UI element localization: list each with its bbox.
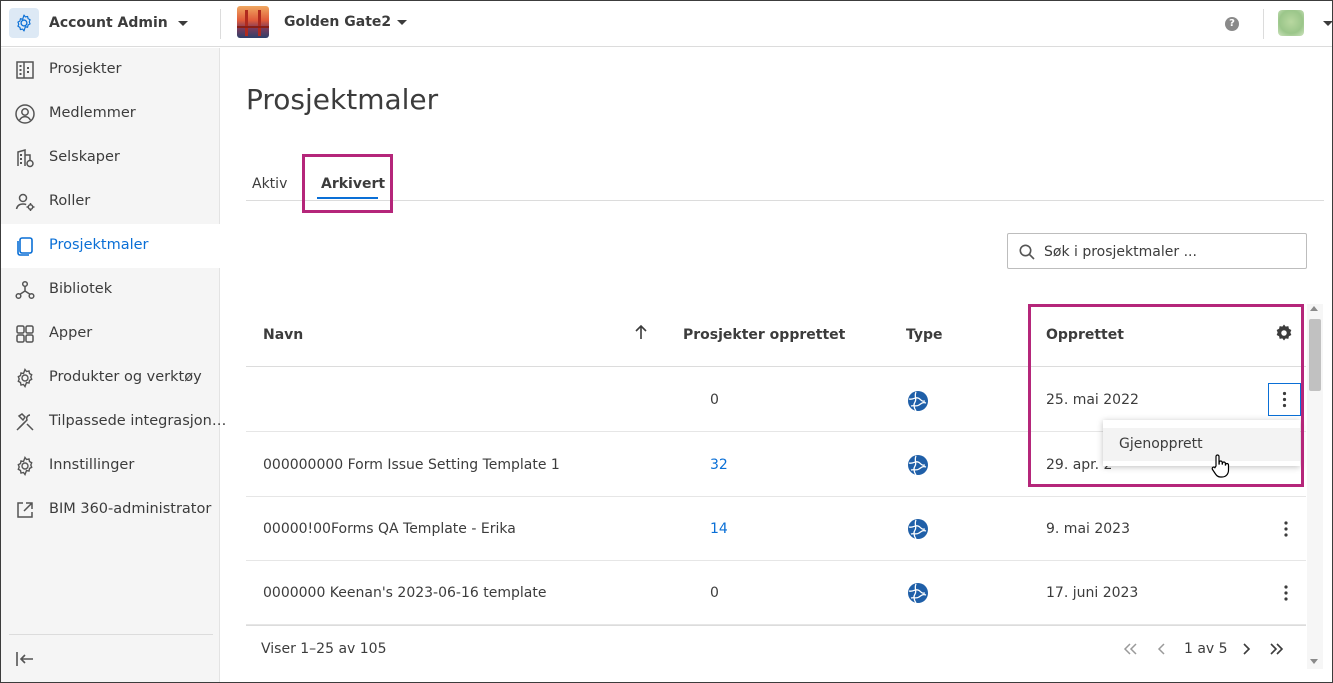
template-icon — [17, 237, 33, 256]
sidebar-item-integrasjoner[interactable]: Tilpassede integrasjon… — [1, 400, 226, 444]
chevron-down-icon — [177, 20, 188, 26]
help-icon[interactable]: ? — [1225, 17, 1239, 31]
divider — [9, 634, 213, 635]
product-gear-icon — [17, 368, 33, 388]
column-header-type[interactable]: Type — [906, 327, 943, 343]
apps-icon — [16, 325, 34, 343]
sidebar-item-label: Innstillinger — [49, 457, 135, 473]
sidebar-item-label: Selskaper — [49, 149, 120, 165]
column-header-name[interactable]: Navn — [263, 327, 303, 343]
sidebar-item-bibliotek[interactable]: Bibliotek — [1, 268, 220, 312]
search-field[interactable] — [1007, 233, 1307, 269]
table-row[interactable]: 0000000 Keenan's 2023-06-16 template 0 1… — [246, 561, 1306, 625]
project-switcher[interactable]: Golden Gate2 — [237, 6, 408, 38]
building-icon — [16, 61, 34, 79]
tab-bar: Aktiv Arkivert — [246, 167, 1324, 201]
sort-ascending-icon[interactable] — [633, 323, 649, 341]
row-name: 000000000 Form Issue Setting Template 1 — [263, 457, 560, 473]
highlight-box-tab — [302, 154, 393, 213]
page-title: Prosjektmaler — [246, 83, 439, 116]
highlight-box-created-column — [1028, 304, 1304, 487]
sidebar-item-label: Bibliotek — [49, 281, 113, 297]
tab-aktiv[interactable]: Aktiv — [252, 176, 287, 192]
project-name: Golden Gate2 — [284, 14, 392, 30]
sidebar-item-label: Apper — [49, 325, 93, 341]
divider — [1263, 9, 1264, 39]
row-projects-count-link[interactable]: 14 — [710, 521, 728, 537]
more-vertical-icon[interactable] — [1276, 519, 1296, 539]
library-icon — [15, 280, 35, 300]
next-page-icon[interactable] — [1237, 639, 1257, 659]
avatar[interactable] — [1278, 10, 1304, 36]
sidebar-item-label: Prosjekter — [49, 61, 122, 77]
sidebar-item-prosjekter[interactable]: Prosjekter — [1, 48, 220, 92]
more-vertical-icon[interactable] — [1276, 583, 1296, 603]
company-icon — [17, 149, 34, 168]
row-created-date: 17. juni 2023 — [1046, 585, 1139, 601]
project-thumbnail — [237, 6, 269, 38]
sidebar-item-innstillinger[interactable]: Innstillinger — [1, 444, 220, 488]
sidebar-item-label: Medlemmer — [49, 105, 136, 121]
last-page-icon[interactable] — [1267, 639, 1287, 659]
divider — [220, 9, 221, 39]
sidebar-item-bim360[interactable]: BIM 360-administrator — [1, 488, 220, 532]
row-projects-count-link[interactable]: 32 — [710, 457, 728, 473]
scrollbar-thumb[interactable] — [1309, 319, 1321, 391]
row-name: 00000!00Forms QA Template - Erika — [263, 521, 516, 537]
scroll-up-icon[interactable] — [1310, 306, 1318, 311]
globe-icon — [908, 519, 928, 540]
row-name: 0000000 Keenan's 2023-06-16 template — [263, 585, 547, 601]
row-projects-count: 0 — [710, 392, 719, 408]
sidebar: Prosjekter Medlemmer Selskaper Roller Pr… — [1, 48, 226, 682]
table-row[interactable]: 00000!00Forms QA Template - Erika 14 9. … — [246, 497, 1306, 561]
row-projects-count: 0 — [710, 585, 719, 601]
collapse-sidebar-icon[interactable] — [14, 648, 36, 670]
search-icon — [1019, 244, 1035, 260]
sidebar-item-medlemmer[interactable]: Medlemmer — [1, 92, 220, 136]
account-switcher[interactable]: Account Admin — [9, 8, 188, 38]
search-input[interactable] — [1044, 242, 1299, 262]
row-created-date: 9. mai 2023 — [1046, 521, 1130, 537]
app-frame: Account Admin Golden Gate2 ? Prosjekter … — [0, 0, 1333, 683]
sidebar-item-roller[interactable]: Roller — [1, 180, 220, 224]
top-bar: Account Admin Golden Gate2 ? — [1, 1, 1332, 47]
sidebar-item-produkter[interactable]: Produkter og verktøy — [1, 356, 220, 400]
account-name: Account Admin — [49, 15, 168, 31]
user-gear-icon — [15, 193, 35, 211]
pagination-summary: Viser 1–25 av 105 — [261, 641, 387, 657]
globe-icon — [908, 391, 928, 412]
gear-icon — [9, 8, 39, 38]
sidebar-item-label: BIM 360-administrator — [49, 501, 212, 517]
chevron-down-icon[interactable] — [1323, 21, 1332, 26]
page-indicator: 1 av 5 — [1184, 641, 1228, 657]
sidebar-item-selskaper[interactable]: Selskaper — [1, 136, 220, 180]
previous-page-icon[interactable] — [1151, 639, 1171, 659]
sidebar-item-label: Roller — [49, 193, 91, 209]
first-page-icon[interactable] — [1120, 639, 1140, 659]
scroll-down-icon[interactable] — [1310, 659, 1318, 664]
sidebar-item-apper[interactable]: Apper — [1, 312, 220, 356]
sidebar-item-label: Produkter og verktøy — [49, 369, 202, 385]
sidebar-item-label: Tilpassede integrasjon… — [49, 413, 227, 429]
gear-icon — [17, 456, 33, 476]
globe-icon — [908, 583, 928, 604]
external-link-icon — [17, 502, 33, 518]
table-footer — [246, 625, 1306, 673]
user-circle-icon — [15, 104, 35, 124]
sidebar-item-label: Prosjektmaler — [49, 237, 149, 253]
sidebar-item-prosjektmaler[interactable]: Prosjektmaler — [1, 224, 220, 268]
globe-icon — [908, 455, 928, 476]
hammer-wrench-icon — [16, 413, 34, 431]
chevron-down-icon — [397, 19, 408, 25]
column-header-projects[interactable]: Prosjekter opprettet — [683, 327, 845, 343]
